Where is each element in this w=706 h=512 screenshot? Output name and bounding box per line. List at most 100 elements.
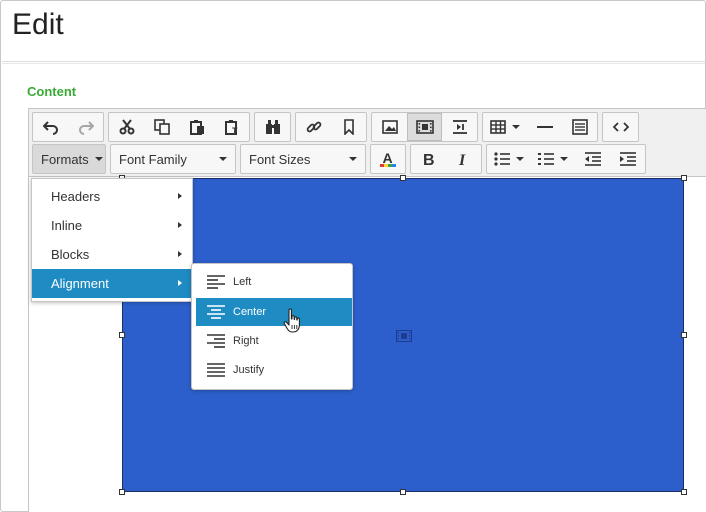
insert-media-button[interactable] bbox=[407, 113, 442, 141]
italic-button[interactable]: I bbox=[446, 145, 481, 173]
chevron-down-icon bbox=[94, 157, 103, 161]
font-size-dropdown[interactable]: Font Sizes bbox=[241, 145, 365, 173]
menu-item-headers[interactable]: Headers bbox=[32, 182, 192, 211]
color-group: A bbox=[370, 144, 406, 174]
paste-button[interactable] bbox=[179, 113, 214, 141]
text-style-group: B I bbox=[410, 144, 482, 174]
text-color-button[interactable]: A bbox=[371, 145, 405, 173]
undo-button[interactable] bbox=[33, 113, 68, 141]
resize-handle-top[interactable] bbox=[400, 175, 406, 181]
cut-button[interactable] bbox=[109, 113, 144, 141]
page-break-button[interactable] bbox=[442, 113, 477, 141]
source-code-button[interactable] bbox=[603, 113, 638, 141]
align-right-icon bbox=[207, 334, 225, 348]
formats-label: Formats bbox=[41, 151, 89, 167]
image-icon bbox=[381, 120, 398, 134]
page-break-icon bbox=[452, 120, 467, 134]
redo-icon bbox=[78, 121, 94, 135]
insert-image-button[interactable] bbox=[372, 113, 407, 141]
formats-dropdown[interactable]: Formats bbox=[33, 145, 105, 173]
link-group bbox=[295, 112, 367, 142]
insert-group bbox=[482, 112, 598, 142]
find-group bbox=[254, 112, 291, 142]
horizontal-line-icon bbox=[536, 126, 553, 128]
binoculars-icon bbox=[265, 120, 280, 134]
font-size-label: Font Sizes bbox=[249, 151, 311, 167]
chevron-down-icon bbox=[516, 157, 524, 161]
alignment-submenu: Left Center Right Justify bbox=[191, 263, 353, 390]
svg-text:A: A bbox=[383, 150, 393, 166]
align-center-icon bbox=[207, 305, 225, 319]
chevron-down-icon bbox=[512, 125, 520, 129]
indent-button[interactable] bbox=[610, 145, 645, 173]
numbered-list-button[interactable] bbox=[531, 145, 575, 173]
svg-text:B: B bbox=[423, 152, 435, 167]
scissors-icon bbox=[119, 119, 134, 135]
resize-handle-bottom[interactable] bbox=[400, 489, 406, 495]
resize-handle-bottom-right[interactable] bbox=[681, 489, 687, 495]
chevron-right-icon bbox=[178, 193, 182, 199]
toolbar-row-1: T bbox=[32, 112, 643, 142]
menu-item-alignment[interactable]: Alignment bbox=[32, 269, 192, 298]
page-header: Edit bbox=[2, 2, 705, 62]
insert-link-button[interactable] bbox=[296, 113, 331, 141]
align-right-label: Right bbox=[233, 335, 259, 347]
horizontal-rule-button[interactable] bbox=[527, 113, 562, 141]
copy-icon bbox=[153, 119, 170, 135]
table-button[interactable] bbox=[483, 113, 527, 141]
outdent-icon bbox=[584, 152, 601, 166]
formats-group: Formats bbox=[32, 144, 106, 174]
rich-text-editor: T Formats Font Family Font Sizes A B I bbox=[28, 108, 706, 512]
menu-item-blocks[interactable]: Blocks bbox=[32, 240, 192, 269]
chevron-right-icon bbox=[178, 222, 182, 228]
menu-item-label: Headers bbox=[51, 189, 101, 204]
code-group bbox=[602, 112, 639, 142]
paste-icon bbox=[189, 120, 204, 135]
font-size-group: Font Sizes bbox=[240, 144, 366, 174]
find-replace-button[interactable] bbox=[255, 113, 290, 141]
align-right-item[interactable]: Right bbox=[196, 327, 352, 355]
toolbar-row-2: Formats Font Family Font Sizes A B I bbox=[32, 144, 650, 174]
align-left-icon bbox=[207, 275, 225, 289]
resize-handle-top-right[interactable] bbox=[681, 175, 687, 181]
align-justify-item[interactable]: Justify bbox=[196, 356, 352, 384]
chevron-down-icon bbox=[349, 157, 357, 161]
copy-button[interactable] bbox=[144, 113, 179, 141]
align-left-item[interactable]: Left bbox=[196, 268, 352, 296]
chevron-right-icon bbox=[178, 280, 182, 286]
font-family-dropdown[interactable]: Font Family bbox=[111, 145, 235, 173]
menu-item-label: Inline bbox=[51, 218, 83, 233]
align-justify-icon bbox=[207, 363, 225, 377]
bookmark-icon bbox=[343, 119, 354, 135]
bold-button[interactable]: B bbox=[411, 145, 446, 173]
align-justify-label: Justify bbox=[233, 364, 265, 376]
page-title: Edit bbox=[12, 8, 64, 41]
anchor-button[interactable] bbox=[331, 113, 366, 141]
visual-blocks-icon bbox=[571, 119, 588, 135]
paste-text-button[interactable]: T bbox=[214, 113, 249, 141]
align-center-item[interactable]: Center bbox=[196, 298, 352, 326]
bullet-list-button[interactable] bbox=[487, 145, 531, 173]
outdent-button[interactable] bbox=[575, 145, 610, 173]
bold-icon: B bbox=[423, 152, 435, 167]
chevron-down-icon bbox=[219, 157, 227, 161]
table-icon bbox=[490, 120, 506, 134]
align-left-label: Left bbox=[233, 276, 252, 288]
media-group bbox=[371, 112, 478, 142]
menu-item-inline[interactable]: Inline bbox=[32, 211, 192, 240]
text-color-icon: A bbox=[380, 150, 396, 167]
svg-text:I: I bbox=[458, 152, 466, 167]
content-field-label: Content bbox=[27, 84, 77, 99]
visual-blocks-button[interactable] bbox=[562, 113, 597, 141]
film-icon bbox=[415, 120, 434, 134]
resize-handle-bottom-left[interactable] bbox=[119, 489, 125, 495]
resize-handle-right[interactable] bbox=[681, 332, 687, 338]
menu-item-label: Blocks bbox=[51, 247, 90, 262]
redo-button[interactable] bbox=[68, 113, 103, 141]
bullet-list-icon bbox=[494, 152, 510, 166]
resize-handle-left[interactable] bbox=[119, 332, 125, 338]
film-icon bbox=[396, 329, 412, 347]
indent-icon bbox=[619, 152, 636, 166]
history-group bbox=[32, 112, 104, 142]
paste-text-icon: T bbox=[224, 120, 238, 135]
